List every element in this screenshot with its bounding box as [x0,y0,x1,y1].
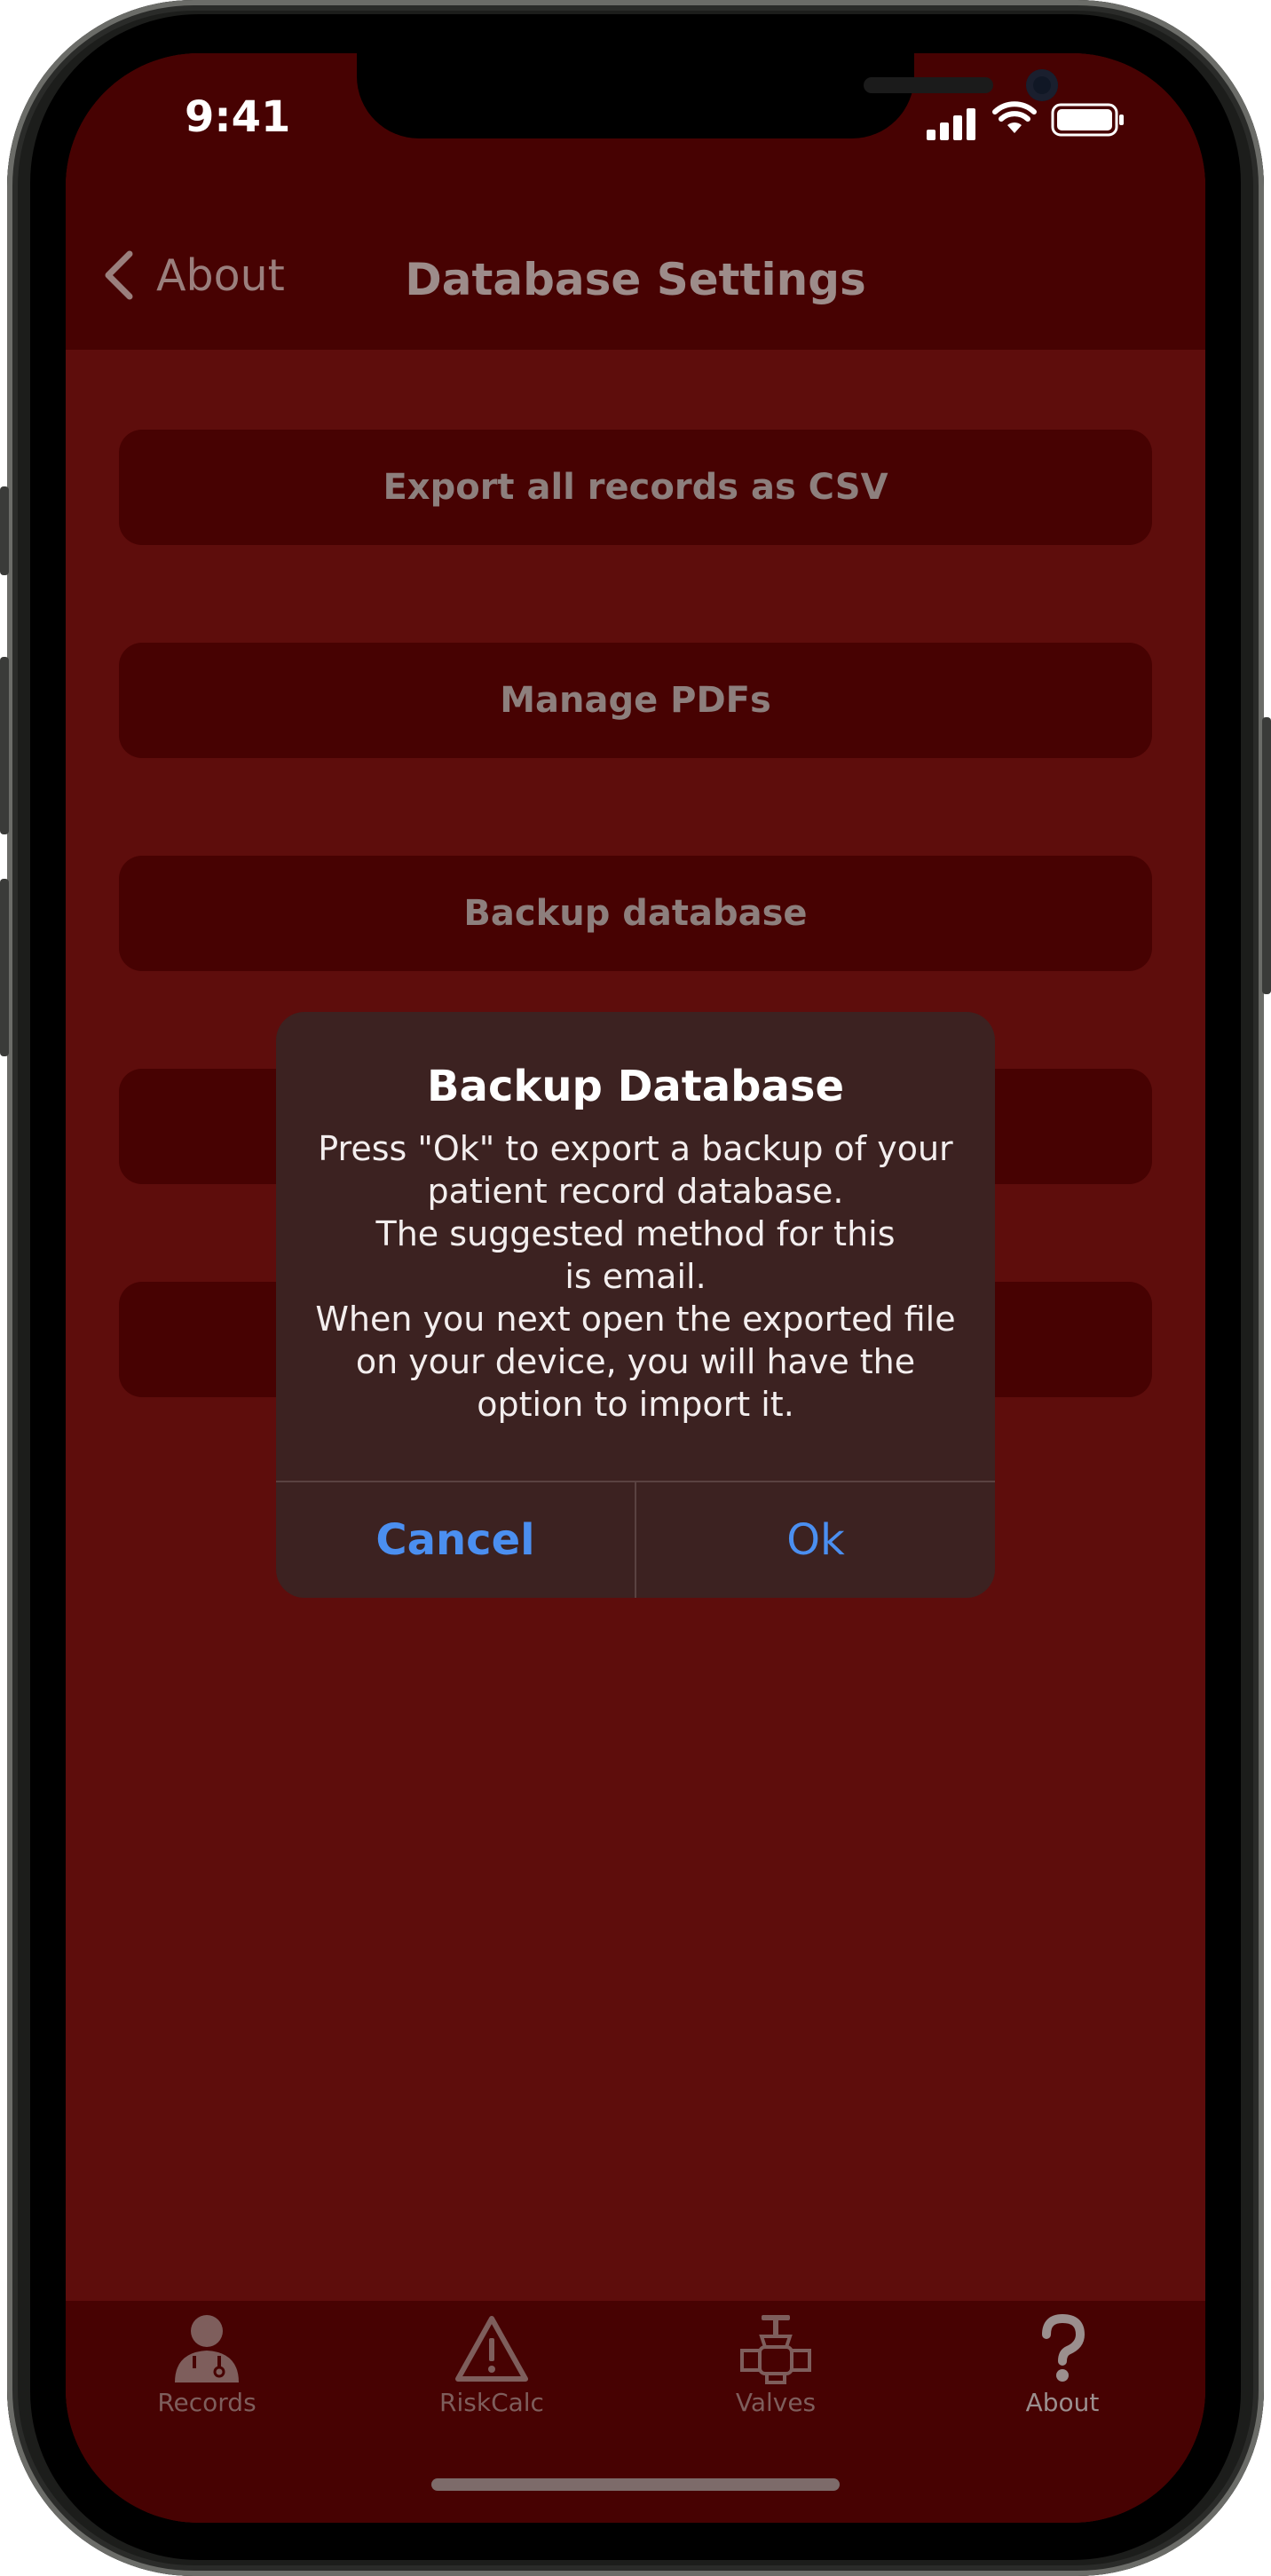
volume-down-button [0,879,9,1056]
power-button [1262,717,1271,994]
tab-records[interactable]: Records [118,2313,296,2438]
backup-database-button[interactable]: Backup database [119,856,1152,971]
warning-icon [455,2316,528,2382]
dialog-message: Press "Ok" to export a backup of your pa… [303,1127,968,1426]
volume-up-button [0,657,9,834]
manage-pdfs-button[interactable]: Manage PDFs [119,643,1152,758]
valve-icon [740,2315,811,2384]
cancel-button[interactable]: Cancel [276,1482,635,1598]
dialog-message-line: is email. [564,1257,707,1296]
dialog-message-line: patient record database. [427,1172,844,1211]
tab-about[interactable]: About [974,2313,1151,2438]
backup-dialog: Backup Database Press "Ok" to export a b… [276,1012,995,1598]
tab-bar: Records RiskCalc Valves About [66,2301,1205,2523]
export-csv-button[interactable]: Export all records as CSV [119,430,1152,545]
battery-icon [1051,103,1124,137]
dialog-message-line: option to import it. [477,1385,794,1424]
home-indicator[interactable] [431,2478,840,2491]
tab-valves[interactable]: Valves [687,2313,864,2438]
speaker [864,77,993,93]
tab-label: Valves [735,2388,817,2417]
question-icon [1042,2313,1085,2382]
notch [357,53,1058,138]
camera [1026,69,1058,101]
dialog-message-line: The suggested method for this [375,1214,896,1253]
page-title: Database Settings [405,254,866,305]
tab-label: RiskCalc [439,2388,544,2417]
screen: 9:41 About Database Settings Export all … [66,53,1205,2523]
dialog-message-line: When you next open the exported file [315,1300,956,1339]
navigation-bar: About Database Settings [66,195,1205,350]
ok-button[interactable]: Ok [636,1482,995,1598]
status-time: 9:41 [185,92,291,142]
tab-label: About [1025,2388,1100,2417]
mute-switch [0,486,9,575]
dialog-title: Backup Database [426,1062,845,1111]
wifi-icon [992,101,1037,133]
dialog-message-line: on your device, you will have the [355,1342,916,1381]
signal-icon [927,108,980,140]
tab-label: Records [157,2388,257,2417]
dialog-message-line: Press "Ok" to export a backup of your [318,1129,953,1168]
doctor-icon [175,2315,239,2382]
status-icons [927,101,1149,140]
tab-riskcalc[interactable]: RiskCalc [403,2313,580,2438]
